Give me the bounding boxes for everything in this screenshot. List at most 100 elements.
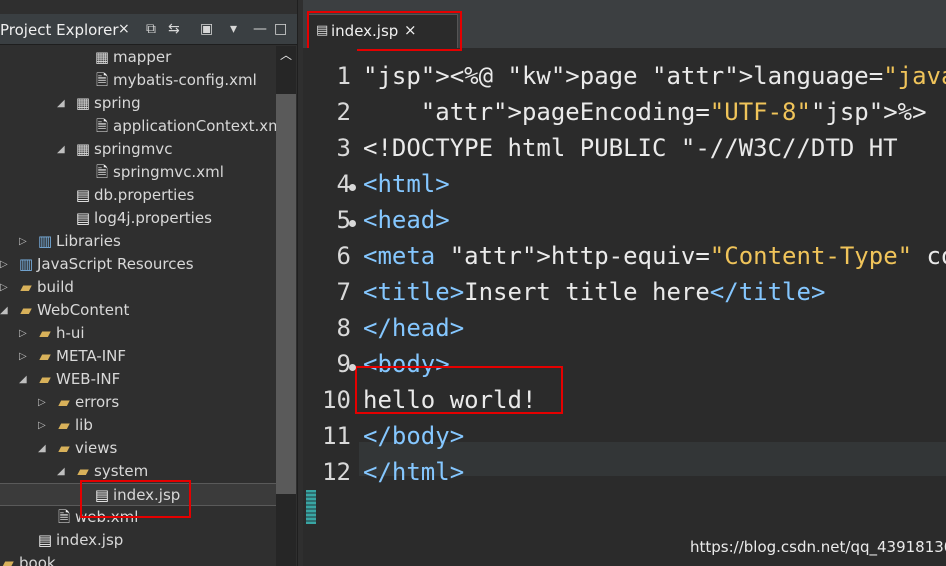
current-line-marker (306, 490, 316, 524)
tree-item-lib[interactable]: ▷ ▰ lib (0, 414, 276, 437)
expanded-arrow-icon[interactable]: ◢ (19, 368, 31, 391)
xml-icon: 🗎 (57, 508, 71, 526)
code-line[interactable]: <!DOCTYPE html PUBLIC "-//W3C//DTD HT (363, 134, 898, 162)
tree-item-label: log4j.properties (94, 209, 212, 227)
tree-item-label: JavaScript Resources (37, 255, 194, 273)
file-icon: ▤ (75, 186, 91, 204)
view-menu-icon[interactable]: ▾ (230, 21, 237, 37)
line-number: 6 (336, 242, 351, 270)
code-line[interactable]: <meta "attr">http-equiv="Content-Type" c… (363, 242, 946, 270)
tree-item-log4j-properties[interactable]: ▤ log4j.properties (0, 207, 276, 230)
line-number: 11 (322, 422, 351, 450)
editor-panel: ▤ index.jsp × "jsp"><%@ "kw">page "attr"… (303, 0, 946, 566)
code-line[interactable]: <head> (363, 206, 450, 234)
tree-item-web-inf[interactable]: ◢ ▰ WEB-INF (0, 368, 276, 391)
collapsed-arrow-icon[interactable]: ▷ (38, 391, 50, 414)
tree-item-label: lib (75, 416, 93, 434)
folder-icon: ▰ (39, 347, 51, 365)
file-icon: ▤ (37, 531, 53, 549)
package-icon: ▦ (75, 140, 91, 158)
fold-toggle-icon[interactable] (349, 184, 356, 191)
tree-item-label: Libraries (56, 232, 121, 250)
tree-item-book[interactable]: ▷▰book (0, 552, 276, 566)
folder-icon: ▰ (58, 439, 70, 457)
code-line[interactable]: </head> (363, 314, 464, 342)
collapsed-arrow-icon[interactable]: ▷ (19, 230, 31, 253)
tree-item-errors[interactable]: ▷ ▰ errors (0, 391, 276, 414)
line-number: 4 (336, 170, 351, 198)
expanded-arrow-icon[interactable]: ◢ (57, 92, 69, 115)
tree-item-webcontent[interactable]: ◢ ▰ WebContent (0, 299, 276, 322)
tree-item-springmvc[interactable]: ◢ ▦ springmvc (0, 138, 276, 161)
tree-item-label: WebContent (37, 301, 130, 319)
folder-icon: ▰ (58, 416, 70, 434)
tree-item-libraries[interactable]: ▷ ▥ Libraries (0, 230, 276, 253)
lib-icon: ▥ (37, 232, 53, 250)
tree-item-label: springmvc.xml (113, 163, 224, 181)
project-tree-scrollbar[interactable]: ︿ (276, 46, 296, 566)
line-number: 9 (336, 350, 351, 378)
collapsed-arrow-icon[interactable]: ▷ (0, 276, 12, 299)
line-number: 2 (336, 98, 351, 126)
tree-item-applicationcontext-xml[interactable]: 🗎 applicationContext.xml (0, 115, 287, 138)
collapsed-arrow-icon[interactable]: ▷ (19, 345, 31, 368)
code-line[interactable]: "jsp"><%@ "kw">page "attr">language="jav… (363, 62, 946, 90)
xml-icon: 🗎 (95, 71, 109, 89)
file-icon: ▤ (75, 209, 91, 227)
package-icon: ▦ (94, 48, 110, 66)
folder-icon: ▰ (39, 324, 51, 342)
minimize-icon[interactable]: — (253, 21, 267, 37)
expanded-arrow-icon[interactable]: ◢ (57, 138, 69, 161)
filter-icon[interactable]: ▣ (200, 21, 213, 37)
folder-icon: ▰ (58, 393, 70, 411)
link-with-editor-icon[interactable]: ⇆ (168, 21, 180, 37)
scroll-thumb[interactable] (276, 94, 296, 494)
expanded-arrow-icon[interactable]: ◢ (38, 437, 50, 460)
tree-item-db-properties[interactable]: ▤ db.properties (0, 184, 276, 207)
line-number: 7 (336, 278, 351, 306)
close-view-icon[interactable]: × (118, 21, 130, 37)
line-number: 12 (322, 458, 351, 486)
line-number: 10 (322, 386, 351, 414)
tree-item-mapper[interactable]: ▦ mapper (0, 46, 276, 69)
tree-item-label: index.jsp (56, 531, 124, 549)
maximize-icon[interactable]: □ (274, 21, 287, 37)
tree-item-label: h-ui (56, 324, 85, 342)
line-number: 3 (336, 134, 351, 162)
collapsed-arrow-icon[interactable]: ▷ (19, 322, 31, 345)
tree-item-label: db.properties (94, 186, 195, 204)
tree-item-views[interactable]: ◢ ▰ views (0, 437, 276, 460)
expanded-arrow-icon[interactable]: ◢ (0, 299, 12, 322)
tree-item-label: WEB-INF (56, 370, 121, 388)
tree-item-build[interactable]: ▷ ▰ build (0, 276, 276, 299)
collapsed-arrow-icon[interactable]: ▷ (38, 414, 50, 437)
collapse-all-icon[interactable]: ⧉ (146, 21, 156, 37)
tree-item-springmvc-xml[interactable]: 🗎 springmvc.xml (0, 161, 276, 184)
code-area[interactable]: "jsp"><%@ "kw">page "attr">language="jav… (357, 48, 946, 566)
tree-item-h-ui[interactable]: ▷ ▰ h-ui (0, 322, 276, 345)
line-number: 1 (336, 62, 351, 90)
code-line[interactable]: <title>Insert title here</title> (363, 278, 825, 306)
watermark: https://blog.csdn.net/qq_43918130 (690, 538, 946, 556)
tree-item-label: applicationContext.xml (113, 117, 287, 135)
tree-item-spring[interactable]: ◢ ▦ spring (0, 92, 276, 115)
code-line[interactable]: <html> (363, 170, 450, 198)
expanded-arrow-icon[interactable]: ◢ (57, 460, 69, 483)
highlight-tab (307, 11, 462, 51)
tree-item-javascript-resources[interactable]: ▷ ▥ JavaScript Resources (0, 253, 276, 276)
xml-icon: 🗎 (95, 163, 109, 181)
tree-item-mybatis-config-xml[interactable]: 🗎 mybatis-config.xml (0, 69, 276, 92)
fold-toggle-icon[interactable] (349, 364, 356, 371)
code-line[interactable]: </html> (363, 458, 464, 486)
tree-item-label: mybatis-config.xml (113, 71, 257, 89)
tree-item-index-jsp[interactable]: ▤ index.jsp (0, 529, 276, 552)
code-line[interactable]: "attr">pageEncoding="UTF-8""jsp">%> (363, 98, 927, 126)
tree-item-label: spring (94, 94, 141, 112)
tree-item-meta-inf[interactable]: ▷ ▰ META-INF (0, 345, 276, 368)
code-line[interactable]: </body> (363, 422, 464, 450)
tree-item-label: build (37, 278, 74, 296)
tree-item-label: mapper (113, 48, 172, 66)
fold-toggle-icon[interactable] (349, 220, 356, 227)
scroll-up-icon[interactable]: ︿ (276, 46, 296, 64)
collapsed-arrow-icon[interactable]: ▷ (0, 253, 12, 276)
